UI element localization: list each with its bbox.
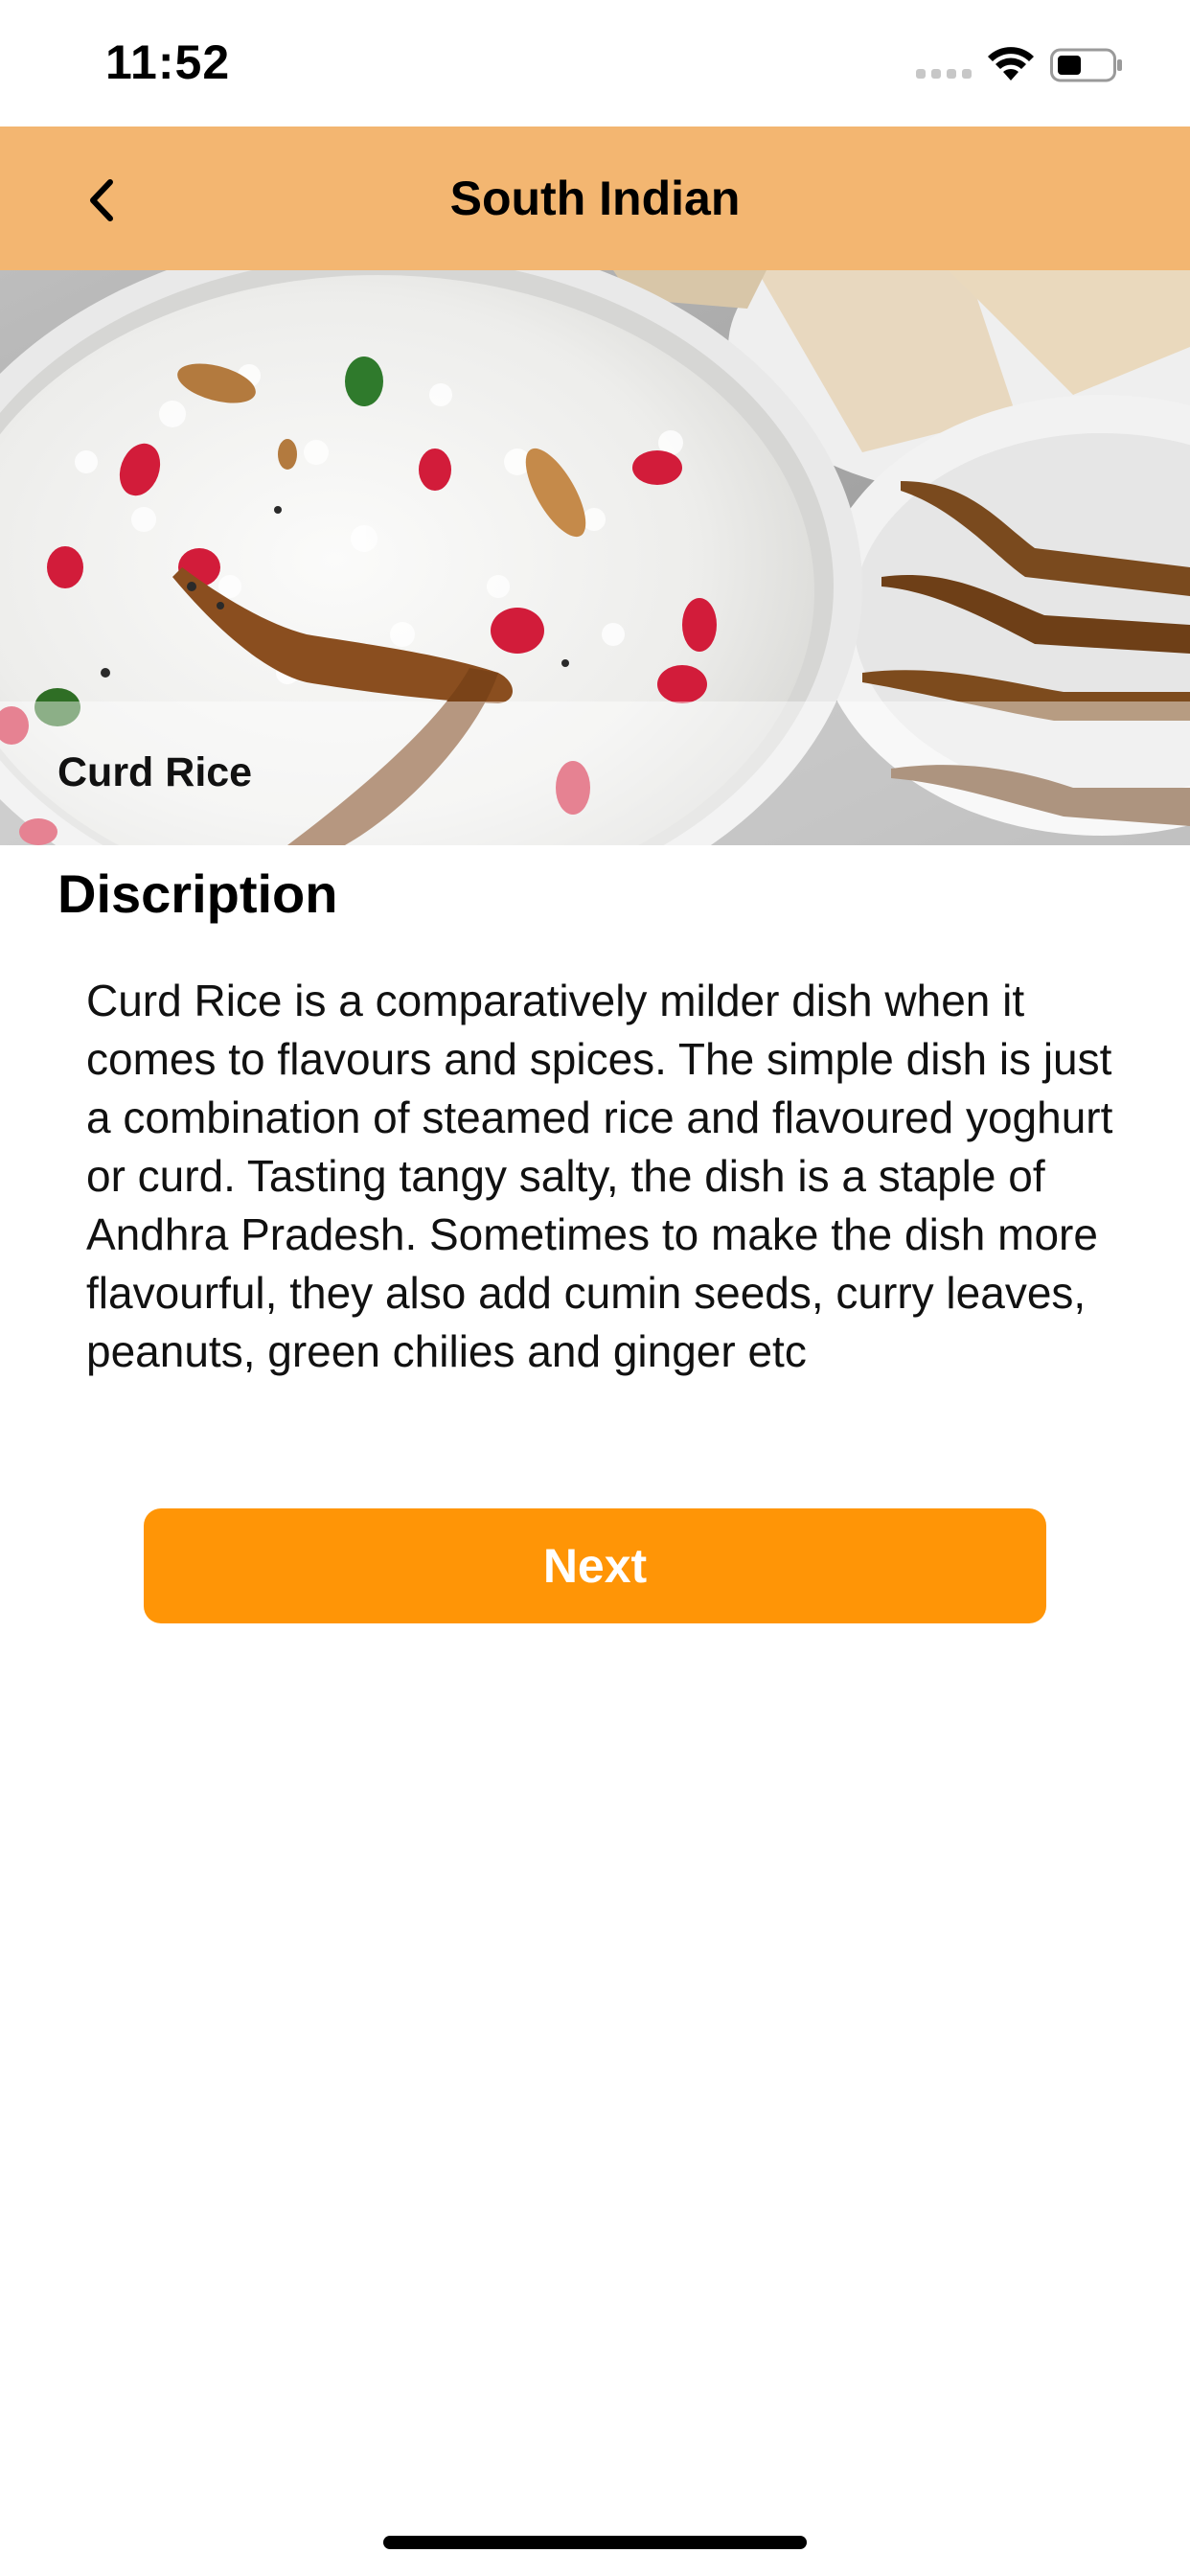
home-indicator[interactable] bbox=[383, 2536, 807, 2549]
status-bar: 11:52 bbox=[0, 0, 1190, 126]
description-text: Curd Rice is a comparatively milder dish… bbox=[86, 976, 1113, 1376]
page-title: South Indian bbox=[449, 172, 741, 225]
description-heading: Discription bbox=[57, 863, 338, 924]
signal-icon bbox=[916, 69, 972, 79]
screen: 11:52 South Indian Curd Rice Discription… bbox=[0, 0, 1190, 2576]
dish-name: Curd Rice bbox=[57, 749, 253, 795]
dish-caption-bar: Curd Rice bbox=[0, 702, 1190, 845]
next-button[interactable]: Next bbox=[144, 1508, 1046, 1623]
status-time: 11:52 bbox=[105, 35, 231, 89]
nav-bar: South Indian bbox=[0, 126, 1190, 270]
dish-image: Curd Rice bbox=[0, 270, 1190, 845]
battery-icon bbox=[1050, 48, 1122, 82]
wifi-icon bbox=[988, 47, 1034, 80]
